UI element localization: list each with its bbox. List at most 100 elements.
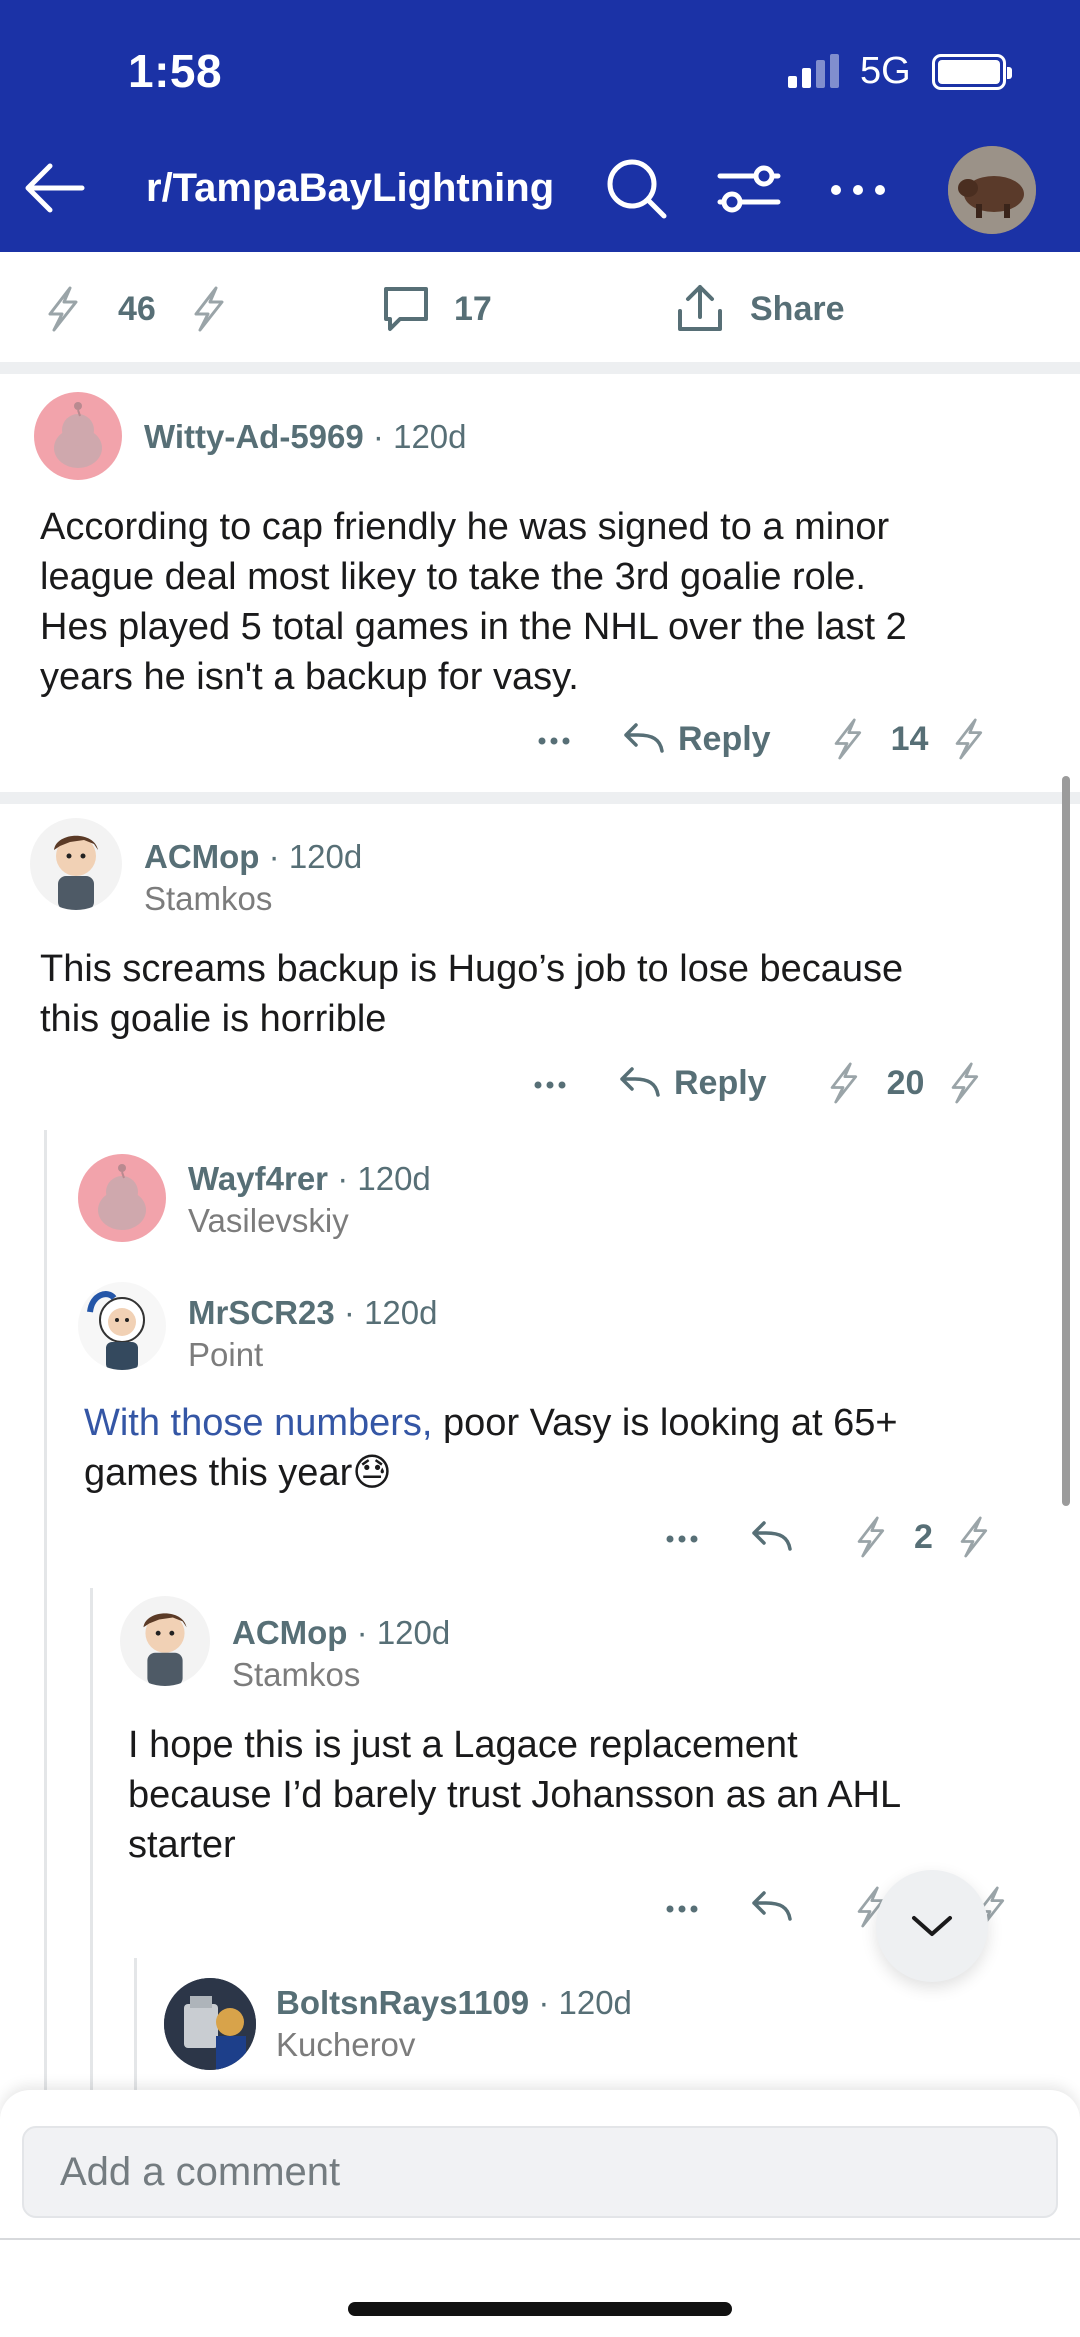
lightning-downvote-icon[interactable] [186, 284, 230, 334]
lightning-downvote-icon[interactable] [953, 1514, 993, 1560]
custom-avatar-icon [54, 835, 98, 910]
comment-meta: Witty-Ad-5969 · 120d [144, 418, 467, 455]
comment-meta: ACMop · 120d [232, 1614, 451, 1651]
subreddit-title[interactable]: r/TampaBayLightning [146, 166, 554, 211]
comment-author[interactable]: MrSCR23 [188, 1294, 335, 1331]
comment-age: 120d [558, 1984, 632, 2021]
comment-meta: BoltsnRays1109 · 120d [276, 1984, 632, 2021]
reply-button[interactable] [748, 1887, 794, 1927]
vote-group: 46 [40, 284, 230, 334]
filter-button[interactable] [712, 152, 784, 224]
comment-body: I hope this is just a Lagace replacement… [128, 1724, 902, 1866]
comment-author[interactable]: Witty-Ad-5969 [144, 418, 364, 455]
comment-actions: Reply 20 [528, 1058, 984, 1108]
snoo-avatar-icon [54, 402, 102, 468]
user-flair: Stamkos [232, 1656, 361, 1693]
add-comment-input[interactable]: Add a comment [22, 2126, 1058, 2218]
share-button[interactable]: Share [672, 284, 845, 334]
comment-meta: Wayf4rer · 120d [188, 1160, 431, 1197]
back-button[interactable] [18, 152, 90, 224]
share-label: Share [750, 289, 845, 328]
composer-divider [0, 2238, 1080, 2240]
photo-avatar-icon [164, 1978, 256, 2070]
comment-score: 20 [886, 1063, 925, 1102]
comment-age: 120d [364, 1294, 438, 1331]
avatar[interactable] [34, 392, 122, 480]
more-icon[interactable] [660, 1515, 704, 1559]
custom-avatar-icon [87, 1291, 145, 1370]
comment-actions: Reply 14 [532, 714, 988, 764]
lightning-downvote-icon[interactable] [944, 1060, 984, 1106]
avatar[interactable] [120, 1596, 210, 1686]
comment-actions: 2 [660, 1512, 993, 1562]
comment-placeholder: Add a comment [60, 2149, 341, 2194]
filter-icon [717, 165, 781, 213]
comment-meta: MrSCR23 · 120d [188, 1294, 438, 1331]
comment-divider [0, 792, 1080, 804]
more-icon[interactable] [532, 717, 576, 761]
more-icon[interactable] [528, 1061, 572, 1105]
reply-arrow-icon [752, 1891, 792, 1921]
comment-author[interactable]: ACMop [144, 838, 259, 875]
network-label: 5G [860, 50, 911, 92]
comment-age: 120d [357, 1160, 431, 1197]
thread-line[interactable] [90, 1588, 93, 2090]
search-icon [607, 159, 667, 219]
share-icon [678, 285, 722, 331]
comment-body: This screams backup is Hugo’s job to los… [40, 948, 904, 1040]
comment-author[interactable]: Wayf4rer [188, 1160, 328, 1197]
battery-icon [932, 54, 1012, 90]
arrow-left-icon [25, 163, 85, 213]
thread-line[interactable] [44, 1130, 47, 2090]
comment-author[interactable]: BoltsnRays1109 [276, 1984, 529, 2021]
reply-button[interactable] [748, 1517, 794, 1557]
lightning-upvote-icon[interactable] [850, 1514, 890, 1560]
avatar[interactable] [164, 1978, 256, 2070]
comment-link[interactable]: With those numbers, [84, 1402, 432, 1444]
comment-author[interactable]: ACMop [232, 1614, 347, 1651]
home-indicator[interactable] [348, 2302, 732, 2316]
comment-age: 120d [376, 1614, 451, 1651]
lightning-upvote-icon[interactable] [827, 716, 867, 762]
chevron-down-icon [912, 1916, 952, 1936]
lightning-upvote-icon[interactable] [823, 1060, 863, 1106]
avatar-image-icon [948, 146, 1036, 234]
more-options-button[interactable] [822, 152, 894, 224]
comment-score: 14 [890, 719, 929, 758]
reply-arrow-icon [620, 1067, 660, 1097]
more-icon [831, 185, 885, 195]
section-divider [0, 362, 1080, 374]
comment-body: According to cap friendly he was signed … [40, 506, 907, 698]
comment-bubble-icon [384, 287, 428, 331]
more-icon[interactable] [660, 1885, 704, 1929]
custom-avatar-icon [143, 1613, 187, 1686]
comments-button[interactable]: 17 [378, 284, 492, 334]
post-action-bar: 46 17 Share [0, 252, 1080, 362]
emoji: 😓 [352, 1452, 392, 1494]
thread-line[interactable] [134, 1958, 137, 2090]
reply-button[interactable]: Reply [616, 1063, 767, 1103]
reply-arrow-icon [624, 723, 664, 753]
search-button[interactable] [600, 152, 672, 224]
comment-age: 120d [393, 418, 467, 455]
comment-age: 120d [288, 838, 363, 875]
jump-next-button[interactable] [876, 1870, 988, 1982]
comment-meta: ACMop · 120d [144, 838, 363, 875]
comment-body: With those numbers, poor Vasy is looking… [84, 1402, 898, 1494]
scrollbar[interactable] [1062, 776, 1070, 1506]
avatar[interactable] [78, 1154, 166, 1242]
user-avatar[interactable] [948, 146, 1036, 234]
reply-button[interactable]: Reply [620, 719, 771, 759]
cellular-signal-icon [788, 54, 842, 88]
vote-count: 46 [118, 289, 156, 328]
user-flair: Stamkos [144, 880, 273, 917]
avatar[interactable] [78, 1282, 166, 1370]
reply-arrow-icon [752, 1521, 792, 1551]
avatar[interactable] [30, 818, 122, 910]
comment-score: 2 [914, 1517, 933, 1556]
user-flair: Kucherov [276, 2026, 416, 2063]
lightning-upvote-icon[interactable] [40, 284, 84, 334]
status-time: 1:58 [128, 45, 223, 97]
snoo-avatar-icon [98, 1164, 146, 1230]
lightning-downvote-icon[interactable] [948, 716, 988, 762]
